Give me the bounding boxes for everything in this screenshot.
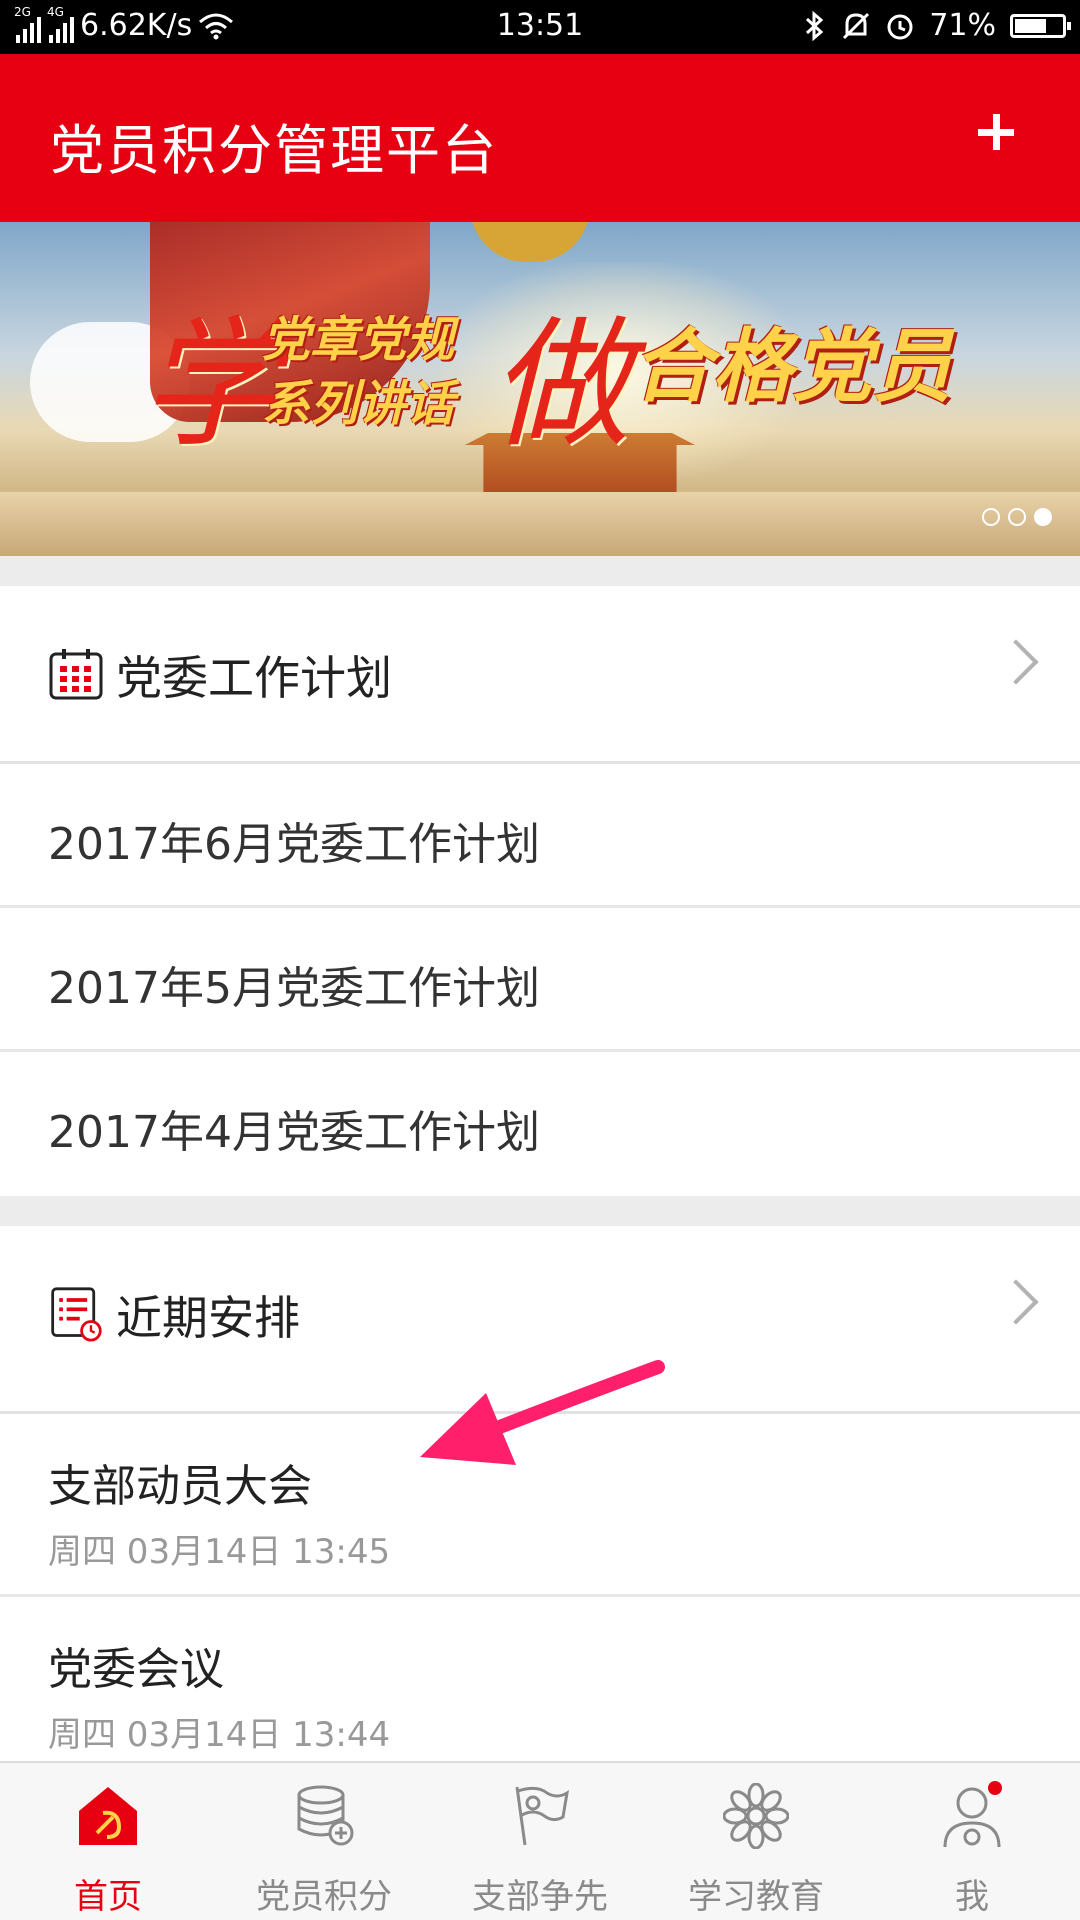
calendar-icon	[49, 649, 103, 700]
chevron-right-icon[interactable]	[993, 639, 1039, 685]
list-item-label: 2017年6月党委工作计划	[48, 819, 540, 870]
schedule-list-icon	[51, 1287, 102, 1342]
list-item-label: 2017年4月党委工作计划	[48, 1107, 540, 1158]
bottom-tab-bar: 首页 党员积分 支部争先 学习教育 我	[0, 1761, 1080, 1920]
party-home-icon	[79, 1787, 137, 1845]
list-item[interactable]: 2017年4月党委工作计划	[0, 1052, 1080, 1196]
notification-badge	[988, 1781, 1002, 1795]
chevron-right-icon[interactable]	[993, 1279, 1039, 1325]
page-title: 党员积分管理平台	[50, 119, 498, 182]
banner-char-study: 学	[140, 304, 281, 467]
banner-char-do: 做	[490, 304, 631, 467]
section-title: 近期安排	[116, 1291, 300, 1345]
work-plan-section: 党委工作计划 2017年6月党委工作计划 2017年5月党委工作计划 2017年…	[0, 586, 1080, 1196]
tab-branch[interactable]: 支部争先	[432, 1763, 648, 1920]
tab-study[interactable]: 学习教育	[648, 1763, 864, 1920]
flower-icon	[723, 1783, 789, 1849]
tab-home[interactable]: 首页	[0, 1763, 216, 1920]
carousel-dot[interactable]	[982, 508, 1000, 526]
banner-carousel[interactable]: 学 党章党规 系列讲话 做 合格党员	[0, 222, 1080, 556]
carousel-dot-active[interactable]	[1034, 508, 1052, 526]
tab-label: 党员积分	[256, 1877, 392, 1917]
battery-icon	[1010, 13, 1071, 38]
carousel-dot[interactable]	[1008, 508, 1026, 526]
banner-line-1: 党章党规	[262, 312, 455, 368]
plus-icon[interactable]	[956, 92, 1036, 172]
tab-label: 首页	[74, 1877, 142, 1917]
banner-line-2: 系列讲话	[262, 376, 455, 432]
event-item[interactable]: 支部动员大会 周四 03月14日 13:45	[0, 1414, 1080, 1597]
status-right: 71%	[801, 8, 1071, 43]
flag-icon	[515, 1786, 570, 1846]
section-title: 党委工作计划	[116, 651, 392, 705]
event-item[interactable]: 党委会议 周四 03月14日 13:44	[0, 1597, 1080, 1780]
banner-slogan: 合格党员	[632, 320, 952, 413]
tab-points[interactable]: 党员积分	[216, 1763, 432, 1920]
schedule-section: 近期安排 支部动员大会 周四 03月14日 13:45 党委会议 周四 03月1…	[0, 1226, 1080, 1761]
tab-label: 我	[955, 1877, 989, 1917]
list-item-label: 2017年5月党委工作计划	[48, 963, 540, 1014]
tab-label: 学习教育	[688, 1877, 824, 1917]
coins-icon	[297, 1785, 354, 1846]
mute-icon	[843, 12, 870, 39]
banner-emblem	[470, 222, 590, 262]
banner-clouds-sea	[0, 492, 1080, 556]
status-bar: 2G 4G 6.62K/s 13:51 71%	[0, 0, 1080, 54]
list-item[interactable]: 2017年5月党委工作计划	[0, 908, 1080, 1052]
alarm-icon	[887, 14, 913, 39]
app-header: 党员积分管理平台	[0, 54, 1080, 222]
event-time: 周四 03月14日 13:44	[48, 1715, 391, 1755]
event-time: 周四 03月14日 13:45	[48, 1532, 391, 1572]
list-item[interactable]: 2017年6月党委工作计划	[0, 764, 1080, 908]
battery-percent: 71%	[929, 8, 996, 43]
event-title: 党委会议	[48, 1644, 224, 1695]
tab-me[interactable]: 我	[864, 1763, 1080, 1920]
schedule-header[interactable]: 近期安排	[0, 1226, 1080, 1414]
event-title: 支部动员大会	[48, 1461, 312, 1512]
work-plan-header[interactable]: 党委工作计划	[0, 586, 1080, 764]
tab-label: 支部争先	[472, 1877, 608, 1917]
bluetooth-icon	[806, 10, 824, 41]
carousel-indicator	[982, 508, 1052, 526]
